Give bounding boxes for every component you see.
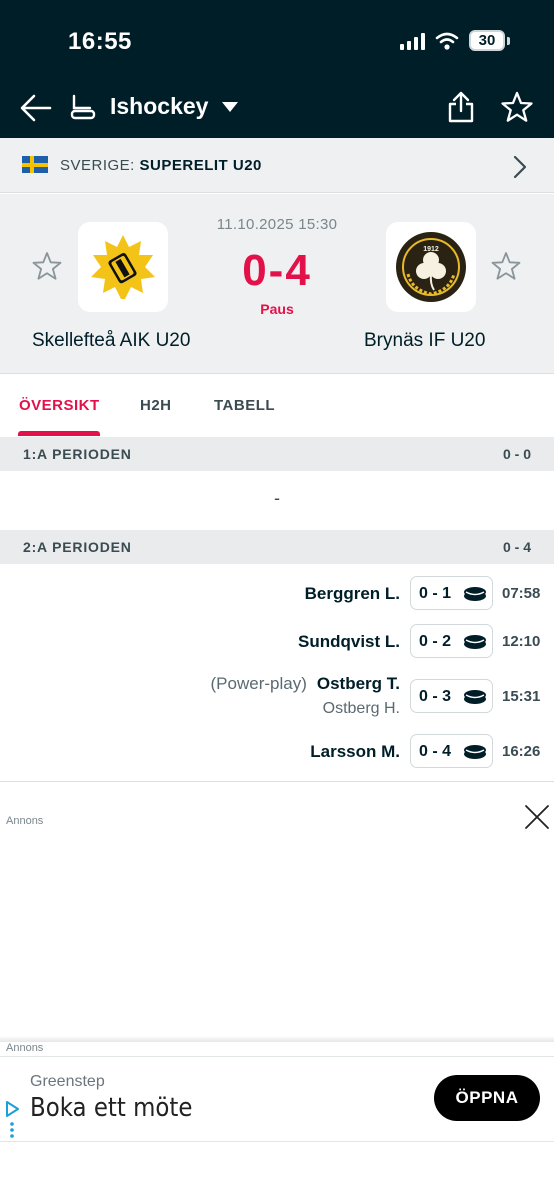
wifi-icon [435,32,459,50]
goal-time: 07:58 [502,585,541,602]
goal-score: 0 - 1 [419,585,452,602]
puck-icon [464,635,486,649]
battery-level: 30 [469,30,505,51]
goal-score: 0 - 4 [419,743,452,760]
puck-icon [464,690,486,704]
back-arrow-icon[interactable] [18,90,54,126]
svg-text:1912: 1912 [423,246,439,253]
goal-score-box: 0 - 1 [410,576,493,610]
ad-brand: Greenstep [30,1073,105,1090]
match-header: 11.10.2025 15:30 0-4 Paus 1912 Skellefte… [0,194,554,374]
no-events-dash: - [274,488,280,508]
goal-scorer[interactable]: Sundqvist L. [298,632,400,652]
goal-scorer[interactable]: Larsson M. [310,742,400,762]
goal-assist[interactable]: Ostberg H. [323,700,400,718]
tab-h2h[interactable]: H2H [140,397,172,414]
ad-headline[interactable]: Boka ett möte [30,1093,192,1123]
period-header: 2:A PERIODEN 0 - 4 [0,530,554,564]
adchoices-icon[interactable] [4,1101,20,1141]
close-icon[interactable] [524,804,550,830]
away-favorite-star-icon[interactable] [490,250,522,282]
away-team-name[interactable]: Brynäs IF U20 [364,330,485,352]
goal-time: 12:10 [502,633,541,650]
goal-time: 16:26 [502,743,541,760]
goal-score-box: 0 - 4 [410,734,493,768]
goal-score: 0 - 3 [419,688,452,705]
goal-scorer[interactable]: Ostberg T. [317,674,400,693]
match-tabs: ÖVERSIKT H2H TABELL [0,375,554,437]
puck-icon [464,587,486,601]
status-icons: 30 [400,30,510,51]
league-bar[interactable]: SVERIGE: SUPERELIT U20 [0,138,554,193]
goal-score-box: 0 - 3 [410,679,493,713]
signal-icon [400,32,425,50]
sport-selector[interactable]: Ishockey [110,93,208,120]
top-bar: 16:55 30 Ishockey [0,0,554,138]
league-title: SVERIGE: SUPERELIT U20 [60,157,262,174]
league-name: SUPERELIT U20 [139,157,262,174]
period-score: 0 - 0 [502,446,531,462]
period-label: 2:A PERIODEN [23,539,132,555]
chevron-right-icon[interactable] [512,154,528,180]
goal-score: 0 - 2 [419,633,452,650]
ad-label: Annons [6,815,44,827]
period-header: 1:A PERIODEN 0 - 0 [0,437,554,471]
puck-icon [464,745,486,759]
status-time: 16:55 [68,28,132,55]
home-team-name[interactable]: Skellefteå AIK U20 [32,330,190,352]
ad-open-button[interactable]: ÖPPNA [434,1075,540,1121]
period-label: 1:A PERIODEN [23,446,132,462]
app-header: Ishockey [0,78,554,138]
away-team-logo[interactable]: 1912 [386,222,476,312]
battery-icon: 30 [469,30,510,51]
tab-tabell[interactable]: TABELL [214,397,275,414]
ad-banner[interactable]: Greenstep Boka ett möte ÖPPNA [0,1056,554,1142]
hockey-stick-icon [70,94,96,120]
active-tab-indicator [18,431,100,436]
period-score: 0 - 4 [502,539,531,555]
tab-oversikt[interactable]: ÖVERSIKT [19,397,100,414]
goal-scorer-row: (Power-play) Ostberg T. [211,674,400,694]
divider [0,781,554,782]
brynas-logo: 1912 [396,232,466,302]
goal-score-box: 0 - 2 [410,624,493,658]
caret-down-icon[interactable] [221,100,239,114]
goal-scorer[interactable]: Berggren L. [305,584,400,604]
ad-divider [0,1036,554,1042]
sweden-flag-icon [22,156,48,173]
favorite-star-icon[interactable] [500,90,534,124]
ad-label: Annons [6,1042,44,1054]
goal-note: (Power-play) [210,674,307,693]
league-country: SVERIGE: [60,157,135,174]
goal-time: 15:31 [502,688,541,705]
share-icon[interactable] [446,90,476,124]
